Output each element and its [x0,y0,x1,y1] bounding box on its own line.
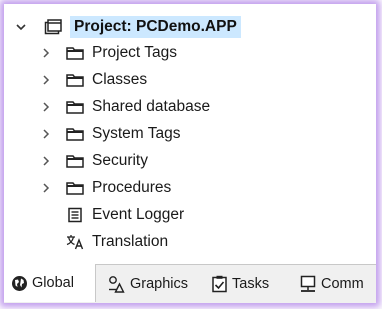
tree-item-label: Shared database [92,97,211,115]
folder-icon [66,180,84,196]
chevron-right-icon[interactable] [39,73,53,87]
tree-item-system-tags[interactable]: System Tags [4,120,376,147]
tree-item-label: Translation [92,232,169,250]
tree-item-event-logger[interactable]: Event Logger [4,201,376,228]
chevron-down-icon[interactable] [14,20,28,34]
tab-label: Graphics [130,275,189,292]
folder-icon [66,45,84,61]
tasks-icon [210,275,228,293]
workspace-panel: Project: PCDemo.APP Project Tags Classes [4,4,376,303]
tab-comm[interactable]: Comm [299,265,364,302]
tree-item-procedures[interactable]: Procedures [4,174,376,201]
tab-global[interactable]: Global [4,264,96,302]
workspace-tabs: Global Graphics Tasks Comm [4,264,376,303]
tab-label: Global [32,275,74,291]
tree-item-label: Classes [92,70,148,88]
tree-item-label: System Tags [92,124,181,142]
event-logger-icon [66,207,84,223]
tree-item-label: Procedures [92,178,172,196]
tab-tasks[interactable]: Tasks [210,265,269,302]
tab-label: Tasks [232,275,270,292]
tab-label: Comm [321,275,364,292]
tree-item-security[interactable]: Security [4,147,376,174]
tree-item-classes[interactable]: Classes [4,66,376,93]
translation-icon [66,234,84,250]
tree-root-label[interactable]: Project: PCDemo.APP [70,15,241,38]
tree-item-shared-database[interactable]: Shared database [4,93,376,120]
chevron-right-icon[interactable] [39,154,53,168]
chevron-right-icon[interactable] [39,127,53,141]
folder-icon [66,99,84,115]
chevron-right-icon[interactable] [39,46,53,60]
tree-item-translation[interactable]: Translation [4,228,376,255]
folder-icon [66,126,84,142]
chevron-right-icon[interactable] [39,181,53,195]
project-tree: Project: PCDemo.APP Project Tags Classes [4,12,376,255]
tab-graphics[interactable]: Graphics [108,265,188,302]
project-icon [44,18,62,35]
folder-icon [66,153,84,169]
tree-item-project-tags[interactable]: Project Tags [4,39,376,66]
comm-icon [299,275,317,293]
chevron-right-icon[interactable] [39,100,53,114]
global-icon [10,274,28,292]
tree-item-label: Event Logger [92,205,185,223]
folder-icon [66,72,84,88]
graphics-icon [108,275,126,293]
tree-item-label: Project Tags [92,43,178,61]
tree-item-label: Security [92,151,148,169]
tree-root[interactable]: Project: PCDemo.APP [4,12,376,41]
